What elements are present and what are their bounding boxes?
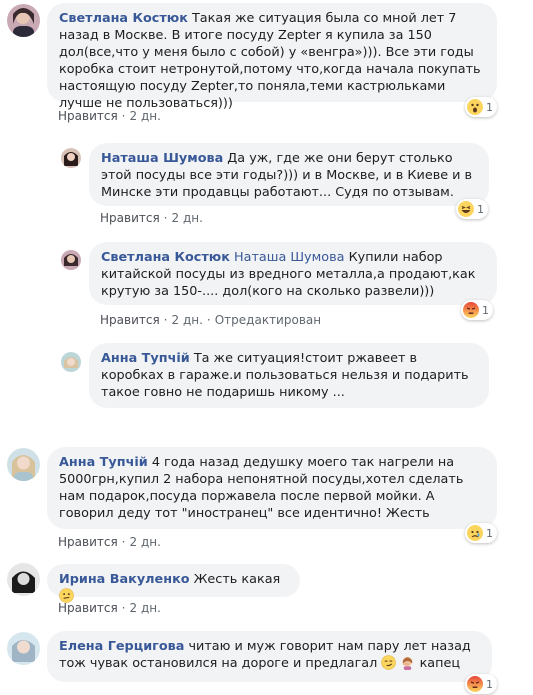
comment-mention[interactable]: Наташа Шумова: [234, 250, 345, 265]
comment-time[interactable]: 2 дн.: [130, 535, 161, 549]
comment-time[interactable]: 2 дн.: [172, 313, 203, 327]
reaction-badge[interactable]: 1: [465, 674, 497, 694]
like-button[interactable]: Нравится: [100, 313, 160, 327]
comment-author[interactable]: Ирина Вакуленко: [59, 572, 190, 587]
comment-bubble: Наташа Шумова Да уж, где же они берут ст…: [89, 143, 489, 206]
comment-author[interactable]: Светлана Костюк: [101, 250, 230, 265]
sad-icon: [467, 525, 483, 541]
comment-bubble: Анна Тупчій Та же ситуация!стоит ржавеет…: [89, 343, 489, 408]
comment-actions: Нравится · 2 дн.: [100, 211, 203, 225]
comment-bubble: Светлана Костюк Такая же ситуация была с…: [47, 3, 497, 111]
comment-actions: Нравится · 2 дн.: [58, 109, 161, 123]
comment-bubble: Светлана Костюк Наташа Шумова Купили наб…: [89, 242, 497, 305]
reaction-badge[interactable]: 1: [465, 97, 497, 117]
comment-bubble: Анна Тупчій 4 года назад дедушку моего т…: [47, 447, 497, 529]
reaction-count: 1: [486, 677, 493, 691]
like-button[interactable]: Нравится: [58, 109, 118, 123]
reaction-badge[interactable]: 1: [465, 523, 497, 543]
angry-icon: [463, 302, 479, 318]
reaction-badge[interactable]: 1: [461, 300, 493, 320]
reaction-count: 1: [482, 303, 489, 317]
facepalm-icon: [403, 656, 413, 670]
like-button[interactable]: Нравится: [58, 601, 118, 615]
comment-time[interactable]: 2 дн.: [130, 601, 161, 615]
comment-text: Жесть какая: [193, 572, 281, 587]
comment-author[interactable]: Анна Тупчій: [59, 455, 148, 470]
avatar[interactable]: [7, 563, 40, 596]
reaction-count: 1: [486, 526, 493, 540]
avatar[interactable]: [61, 352, 81, 372]
avatar[interactable]: [7, 632, 40, 665]
avatar[interactable]: [7, 4, 40, 37]
angry-icon: [467, 676, 483, 692]
avatar[interactable]: [61, 148, 81, 168]
comment-author[interactable]: Наташа Шумова: [101, 151, 223, 166]
comment-time[interactable]: 2 дн.: [172, 211, 203, 225]
avatar[interactable]: [7, 448, 40, 481]
haha-icon: [458, 201, 474, 217]
comment-author[interactable]: Анна Тупчій: [101, 351, 190, 366]
edited-label[interactable]: Отредактирован: [215, 313, 321, 327]
like-button[interactable]: Нравится: [58, 535, 118, 549]
comment-author[interactable]: Светлана Костюк: [59, 11, 188, 26]
reaction-count: 1: [477, 202, 484, 216]
comment-actions: Нравится · 2 дн. · Отредактирован: [100, 313, 322, 327]
comment-bubble: Ирина Вакуленко Жесть какая: [47, 564, 300, 603]
like-button[interactable]: Нравится: [100, 211, 160, 225]
reaction-count: 1: [486, 100, 493, 114]
wow-icon: [467, 99, 483, 115]
comment-time[interactable]: 2 дн.: [130, 109, 161, 123]
smirk-face-icon: [381, 655, 397, 670]
comment-actions: Нравится · 2 дн.: [58, 535, 161, 549]
comment-text: Такая же ситуация была со мной лет 7 наз…: [59, 11, 481, 111]
comment-actions: Нравится · 2 дн.: [58, 601, 161, 615]
comment-bubble: Елена Герцигова читаю и муж говорит нам …: [47, 631, 492, 682]
reaction-badge[interactable]: 1: [456, 199, 488, 219]
avatar[interactable]: [61, 250, 81, 270]
comment-author[interactable]: Елена Герцигова: [59, 639, 184, 654]
comment-text-end: капец: [419, 656, 461, 671]
